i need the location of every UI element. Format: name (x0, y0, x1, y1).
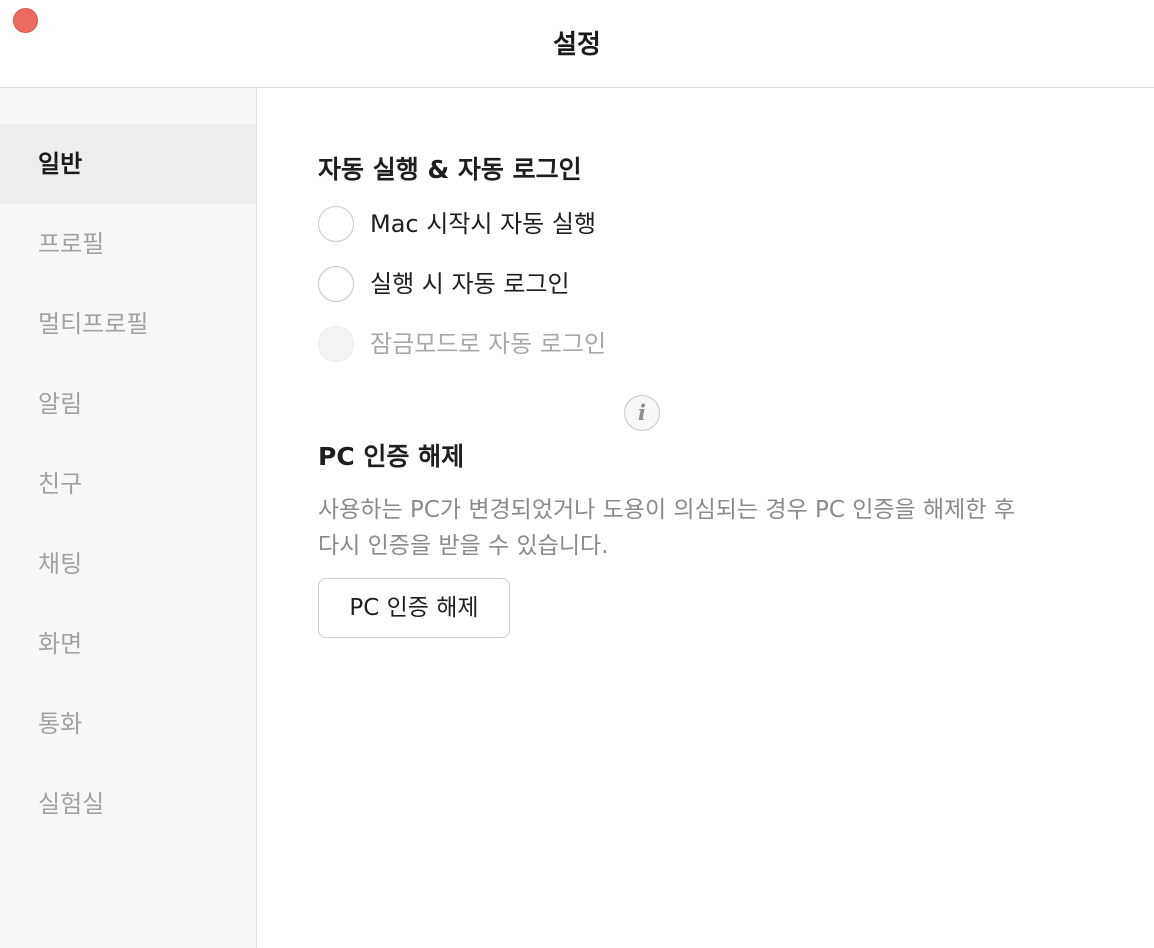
sidebar-item-friends[interactable]: 친구 (0, 444, 256, 524)
sidebar-item-notifications[interactable]: 알림 (0, 364, 256, 444)
autostart-on-boot-radio[interactable] (318, 206, 354, 242)
autostart-on-boot-label: Mac 시작시 자동 실행 (370, 210, 597, 238)
pc-auth-section-title: PC 인증 해제 (318, 442, 465, 471)
autologin-on-launch-label: 실행 시 자동 로그인 (370, 270, 570, 298)
sidebar-item-general[interactable]: 일반 (0, 124, 256, 204)
window-title: 설정 (553, 30, 601, 60)
pc-auth-description-line-2: 다시 인증을 받을 수 있습니다. (318, 533, 609, 559)
locked-mode-autologin-label: 잠금모드로 자동 로그인 (370, 330, 607, 358)
sidebar-item-calls[interactable]: 통화 (0, 684, 256, 764)
locked-mode-autologin-radio (318, 326, 354, 362)
sidebar-item-display[interactable]: 화면 (0, 604, 256, 684)
sidebar-item-multiprofile[interactable]: 멀티프로필 (0, 284, 256, 364)
pc-auth-description-line-1: 사용하는 PC가 변경되었거나 도용이 의심되는 경우 PC 인증을 해제한 후 (318, 497, 1015, 523)
pc-auth-reset-button[interactable]: PC 인증 해제 (318, 578, 510, 638)
sidebar-item-chats[interactable]: 채팅 (0, 524, 256, 604)
sidebar-item-profile[interactable]: 프로필 (0, 204, 256, 284)
autologin-on-launch-radio[interactable] (318, 266, 354, 302)
info-icon[interactable]: i (624, 395, 660, 431)
title-bar: 설정 (0, 0, 1154, 88)
autostart-section-title: 자동 실행 & 자동 로그인 (318, 155, 582, 184)
sidebar-item-labs[interactable]: 실험실 (0, 764, 256, 844)
settings-sidebar: 일반 프로필 멀티프로필 알림 친구 채팅 화면 통화 실험실 (0, 88, 257, 948)
settings-content: 자동 실행 & 자동 로그인 Mac 시작시 자동 실행 실행 시 자동 로그인… (258, 88, 1154, 948)
